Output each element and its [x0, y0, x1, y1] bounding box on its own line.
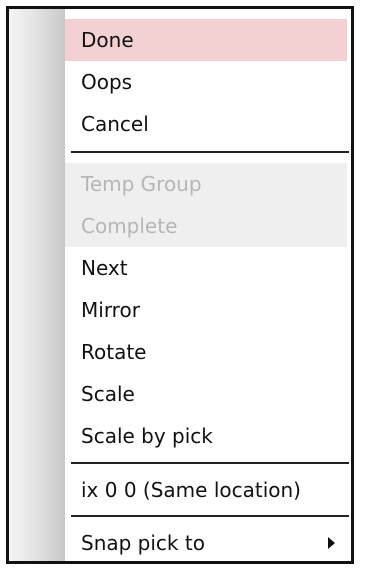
menu-item-label: Complete	[81, 214, 178, 238]
menu-separator	[71, 515, 349, 517]
menu-item-label: Oops	[81, 70, 133, 94]
menu-separator	[71, 151, 349, 153]
menu-item-temp-group: Temp Group	[65, 163, 347, 205]
menu-item-cancel[interactable]: Cancel	[65, 103, 347, 145]
submenu-arrow-icon	[328, 537, 335, 549]
menu-item-label: Done	[81, 28, 134, 52]
menu-item-mirror[interactable]: Mirror	[65, 289, 347, 331]
menu-item-label: Cancel	[81, 112, 149, 136]
menu-item-done[interactable]: Done	[65, 19, 347, 61]
menu-item-label: Next	[81, 256, 128, 280]
menu-item-complete: Complete	[65, 205, 347, 247]
menu-item-label: Scale by pick	[81, 424, 213, 448]
menu-item-label: Temp Group	[81, 172, 202, 196]
menu-item-next[interactable]: Next	[65, 247, 347, 289]
menu-item-scale-by-pick[interactable]: Scale by pick	[65, 415, 347, 457]
menu-icon-gutter	[9, 9, 65, 561]
menu-item-snap-pick-to[interactable]: Snap pick to	[65, 522, 347, 564]
menu-separator	[71, 462, 349, 464]
menu-item-label: Snap pick to	[81, 531, 205, 555]
menu-item-label: Rotate	[81, 340, 147, 364]
menu-item-scale[interactable]: Scale	[65, 373, 347, 415]
menu-item-label: ix 0 0 (Same location)	[81, 478, 301, 502]
menu-items: Done Oops Cancel Temp Group Complete Nex…	[65, 9, 351, 561]
menu-item-oops[interactable]: Oops	[65, 61, 347, 103]
context-menu: Done Oops Cancel Temp Group Complete Nex…	[6, 6, 354, 564]
menu-item-label: Mirror	[81, 298, 140, 322]
menu-item-ix-same-location[interactable]: ix 0 0 (Same location)	[65, 469, 347, 511]
menu-item-rotate[interactable]: Rotate	[65, 331, 347, 373]
menu-item-label: Scale	[81, 382, 135, 406]
